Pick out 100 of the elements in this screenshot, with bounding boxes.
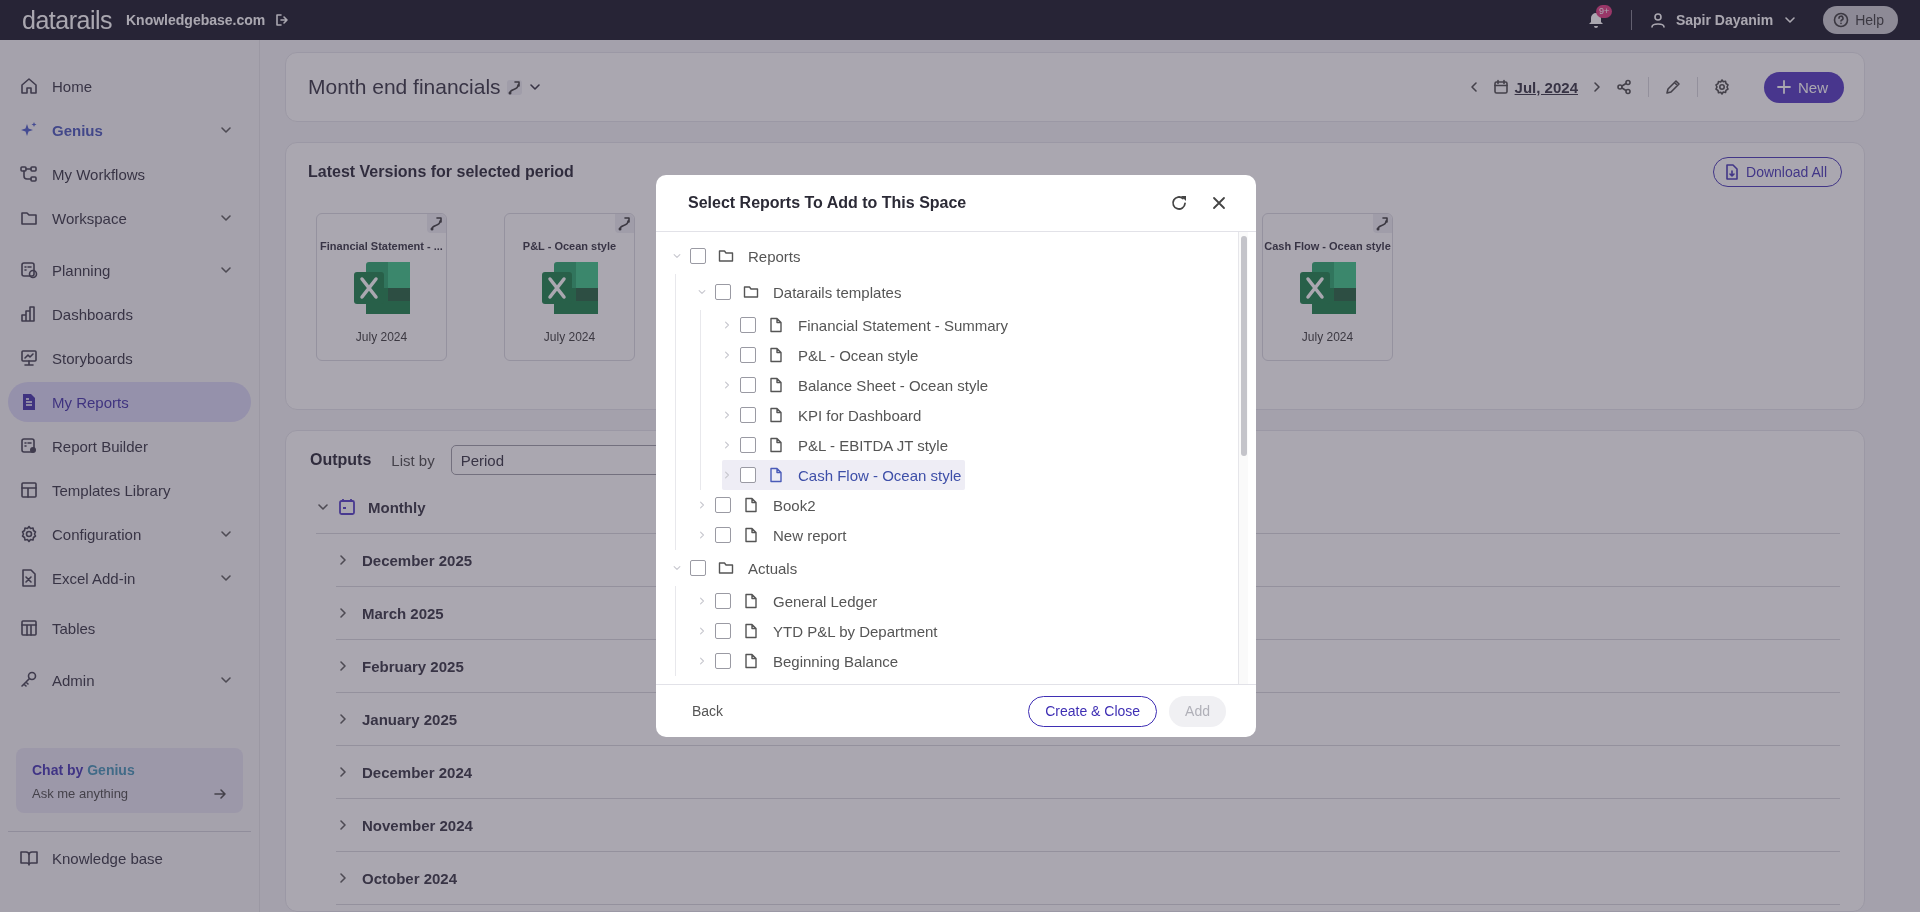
- download-all-button[interactable]: Download All: [1713, 157, 1842, 187]
- checkbox[interactable]: [740, 317, 756, 333]
- file-icon: [768, 347, 784, 363]
- caret-right-icon[interactable]: [722, 380, 732, 390]
- sidebar-item[interactable]: Knowledge base: [8, 838, 251, 878]
- calendar-clock-icon: [20, 261, 38, 279]
- tree-row[interactable]: Beginning Balance: [697, 646, 903, 676]
- sidebar-item[interactable]: Storyboards: [8, 338, 251, 378]
- sidebar-item[interactable]: Dashboards: [8, 294, 251, 334]
- book-icon: [20, 849, 38, 867]
- sidebar-item[interactable]: Genius: [8, 110, 251, 150]
- tree-row[interactable]: Financial Statement - Summary: [722, 310, 1013, 340]
- checkbox[interactable]: [740, 437, 756, 453]
- tree-row[interactable]: Actuals: [672, 550, 802, 586]
- sidebar-item[interactable]: Templates Library: [8, 470, 251, 510]
- sidebar-item[interactable]: Excel Add-in: [8, 558, 251, 598]
- scrollbar-thumb[interactable]: [1240, 236, 1247, 456]
- checkbox[interactable]: [715, 593, 731, 609]
- plus-icon: [1777, 80, 1791, 94]
- report-card[interactable]: Financial Statement - ... July 2024: [316, 213, 447, 361]
- tree-row[interactable]: New report: [697, 520, 851, 550]
- checkbox[interactable]: [715, 497, 731, 513]
- list-by-label: List by: [391, 451, 435, 469]
- report-card[interactable]: Cash Flow - Ocean style July 2024: [1262, 213, 1393, 361]
- workspace-link[interactable]: Knowledgebase.com: [126, 12, 266, 28]
- refresh-icon[interactable]: [1171, 194, 1188, 212]
- help-button[interactable]: Help: [1823, 6, 1898, 34]
- tree-row[interactable]: Book2: [697, 490, 820, 520]
- folder-icon: [743, 284, 759, 300]
- checkbox[interactable]: [715, 527, 731, 543]
- sidebar-item[interactable]: Configuration: [8, 514, 251, 554]
- user-icon: [1649, 12, 1666, 28]
- tree-row[interactable]: Balance Sheet - Ocean style: [722, 370, 993, 400]
- exit-icon[interactable]: [275, 13, 290, 27]
- user-name[interactable]: Sapir Dayanim: [1675, 12, 1774, 28]
- sidebar-item[interactable]: Report Builder: [8, 426, 251, 466]
- checkbox[interactable]: [715, 623, 731, 639]
- question-icon: [1833, 12, 1850, 28]
- sidebar-item[interactable]: Planning: [8, 250, 251, 290]
- checkbox[interactable]: [740, 467, 756, 483]
- period-row-label[interactable]: December 2024: [362, 763, 473, 781]
- sidebar-item[interactable]: Home: [8, 66, 251, 106]
- caret-right-icon[interactable]: [722, 350, 732, 360]
- checkbox[interactable]: [715, 284, 731, 300]
- scrollbar[interactable]: [1238, 232, 1248, 684]
- checkbox[interactable]: [740, 407, 756, 423]
- layout-icon: [20, 481, 38, 499]
- folder-icon: [20, 209, 38, 227]
- logo[interactable]: datarails: [22, 5, 112, 35]
- tree-row[interactable]: KPI for Dashboard: [722, 400, 926, 430]
- period-row-label[interactable]: October 2024: [362, 869, 458, 887]
- share-icon[interactable]: [1616, 79, 1632, 95]
- tree-row[interactable]: P&L - EBITDA JT style: [722, 430, 953, 460]
- sidebar-item[interactable]: Tables: [8, 608, 251, 648]
- caret-right-icon[interactable]: [697, 596, 707, 606]
- checkbox[interactable]: [715, 653, 731, 669]
- chat-card[interactable]: Chat by Genius Ask me anything: [16, 748, 243, 813]
- sidebar-item[interactable]: My Reports: [8, 382, 251, 422]
- new-button[interactable]: New: [1764, 71, 1844, 103]
- file-icon: [768, 467, 784, 483]
- checkbox[interactable]: [740, 377, 756, 393]
- tree-row[interactable]: YTD P&L by Department: [697, 616, 942, 646]
- pencil-icon[interactable]: [1665, 79, 1681, 95]
- close-icon[interactable]: [1212, 196, 1226, 210]
- caret-down-icon[interactable]: [672, 251, 682, 261]
- caret-down-icon[interactable]: [672, 563, 682, 573]
- caret-down-icon[interactable]: [697, 287, 707, 297]
- tree-row[interactable]: Datarails templates: [697, 274, 906, 310]
- tree-row[interactable]: General Ledger: [697, 586, 882, 616]
- tree-row[interactable]: P&L - Ocean style: [722, 340, 923, 370]
- tree-row[interactable]: Cash Flow - Ocean style: [722, 460, 966, 490]
- caret-right-icon[interactable]: [722, 320, 732, 330]
- page-title: Month end financials: [308, 75, 501, 99]
- create-and-close-button[interactable]: Create & Close: [1028, 695, 1158, 727]
- settings-icon[interactable]: [1714, 79, 1730, 95]
- sidebar-item[interactable]: Workspace: [8, 198, 251, 238]
- caret-right-icon[interactable]: [697, 500, 707, 510]
- tree-row[interactable]: Reports: [672, 238, 805, 274]
- sidebar-item[interactable]: My Workflows: [8, 154, 251, 194]
- period-row-label[interactable]: January 2025: [362, 710, 458, 728]
- caret-right-icon[interactable]: [697, 656, 707, 666]
- checkbox[interactable]: [690, 560, 706, 576]
- checkbox[interactable]: [690, 248, 706, 264]
- calendar-icon: [338, 498, 356, 516]
- caret-right-icon[interactable]: [722, 440, 732, 450]
- arrow-right-icon: [213, 786, 227, 801]
- period-row-label[interactable]: March 2025: [362, 604, 444, 622]
- period-row-label[interactable]: February 2025: [362, 657, 464, 675]
- sidebar-item[interactable]: Admin: [8, 660, 251, 700]
- caret-right-icon[interactable]: [697, 626, 707, 636]
- period-link[interactable]: Jul, 2024: [1514, 78, 1578, 96]
- caret-right-icon[interactable]: [697, 530, 707, 540]
- file-icon: [743, 623, 759, 639]
- back-link[interactable]: Back: [692, 703, 724, 719]
- period-row-label[interactable]: November 2024: [362, 816, 473, 834]
- report-card[interactable]: P&L - Ocean style July 2024: [504, 213, 635, 361]
- checkbox[interactable]: [740, 347, 756, 363]
- caret-right-icon[interactable]: [722, 410, 732, 420]
- period-row-label[interactable]: December 2025: [362, 551, 473, 569]
- report-date: July 2024: [355, 330, 408, 344]
